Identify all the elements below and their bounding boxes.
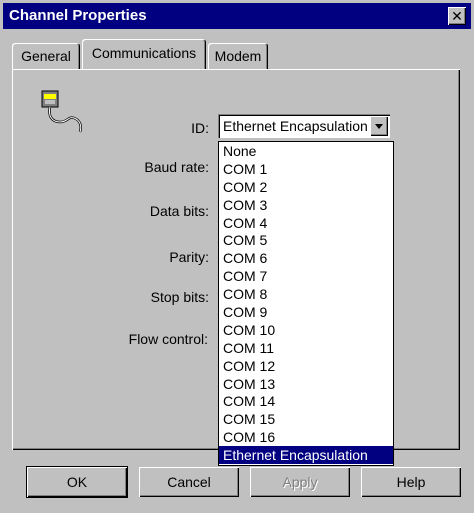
parity-label: Parity: (169, 249, 209, 265)
apply-button[interactable]: Apply (250, 467, 350, 497)
title-bar: Channel Properties ✕ (3, 3, 471, 29)
tab-general[interactable]: General (12, 43, 80, 69)
close-icon: ✕ (451, 8, 463, 24)
help-button[interactable]: Help (361, 467, 461, 497)
baud-rate-label: Baud rate: (144, 159, 209, 175)
tab-modem[interactable]: Modem (208, 43, 268, 69)
dropdown-option[interactable]: COM 2 (219, 178, 393, 196)
ok-button[interactable]: OK (27, 467, 127, 497)
dropdown-option[interactable]: COM 13 (219, 375, 393, 393)
dropdown-option[interactable]: COM 7 (219, 267, 393, 285)
flow-control-label: Flow control: (128, 331, 208, 347)
dropdown-option[interactable]: COM 16 (219, 428, 393, 446)
data-bits-label: Data bits: (149, 203, 209, 219)
id-label: ID: (191, 120, 209, 136)
dropdown-option[interactable]: COM 8 (219, 285, 393, 303)
id-combobox-value: Ethernet Encapsulation (223, 118, 368, 134)
dropdown-option[interactable]: COM 10 (219, 321, 393, 339)
dropdown-option[interactable]: COM 5 (219, 231, 393, 249)
help-button-label: Help (396, 474, 426, 490)
tab-communications[interactable]: Communications (82, 39, 206, 69)
dialog-window: Channel Properties ✕ General Communicati… (0, 0, 474, 513)
tab-communications-label: Communications (91, 45, 197, 61)
dropdown-option[interactable]: COM 11 (219, 339, 393, 357)
dropdown-option[interactable]: COM 3 (219, 196, 393, 214)
dropdown-option[interactable]: None (219, 142, 393, 160)
ok-button-label: OK (66, 474, 88, 490)
dropdown-option[interactable]: COM 4 (219, 214, 393, 232)
dropdown-option[interactable]: COM 1 (219, 160, 393, 178)
window-title: Channel Properties (9, 7, 147, 24)
dropdown-option[interactable]: COM 14 (219, 392, 393, 410)
dropdown-option-selected[interactable]: Ethernet Encapsulation (219, 446, 393, 465)
stop-bits-label: Stop bits: (150, 289, 209, 305)
tab-modem-label: Modem (214, 48, 262, 64)
apply-button-label: Apply (282, 474, 318, 490)
cancel-button[interactable]: Cancel (139, 467, 239, 497)
serial-port-cable-icon (41, 90, 82, 133)
dropdown-option[interactable]: COM 12 (219, 357, 393, 375)
close-button[interactable]: ✕ (448, 7, 466, 25)
cancel-button-label: Cancel (167, 474, 211, 490)
tab-general-label: General (21, 48, 71, 64)
dropdown-option[interactable]: COM 15 (219, 410, 393, 428)
chevron-down-icon[interactable] (370, 116, 388, 136)
id-dropdown-list[interactable]: None COM 1 COM 2 COM 3 COM 4 COM 5 COM 6… (218, 141, 394, 466)
dropdown-option[interactable]: COM 9 (219, 303, 393, 321)
id-combobox[interactable]: Ethernet Encapsulation (218, 114, 390, 138)
dropdown-option[interactable]: COM 6 (219, 249, 393, 267)
